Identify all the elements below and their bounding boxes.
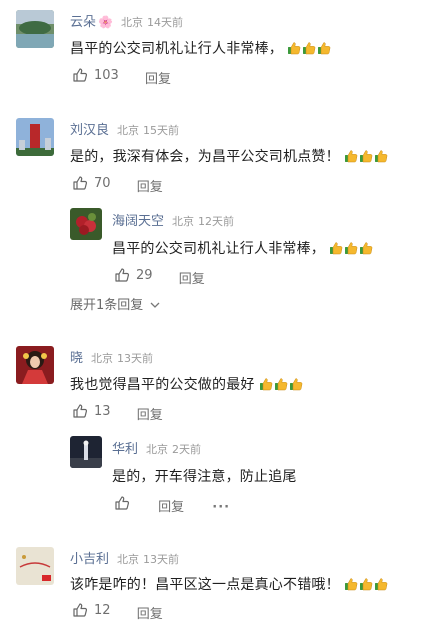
thumbs-up-icon	[115, 268, 130, 282]
reply-button[interactable]: 回复	[137, 404, 163, 423]
chevron-down-icon	[150, 302, 160, 308]
reply-button[interactable]: 回复	[158, 496, 184, 515]
thumbs-up-emoji-icon	[289, 377, 303, 391]
timestamp: 14天前	[146, 16, 183, 29]
thumbs-up-icon	[73, 603, 88, 617]
thumbs-up-icon	[73, 404, 88, 418]
avatar[interactable]	[16, 547, 54, 585]
thumbs-up-emoji-group	[329, 241, 374, 259]
reply-button[interactable]: 回复	[137, 176, 163, 195]
like-count: 13	[94, 403, 111, 419]
comment-text: 昌平的公交司机礼让行人非常棒，	[70, 38, 332, 59]
timestamp: 13天前	[143, 553, 180, 566]
thumbs-up-emoji-icon	[274, 377, 288, 391]
like-count: 12	[94, 602, 111, 618]
thumbs-up-emoji-icon	[359, 577, 373, 591]
user-name[interactable]: 华利	[112, 442, 138, 457]
comment-text: 是的，我深有体会，为昌平公交司机点赞！	[70, 146, 389, 167]
like-button[interactable]: 103	[72, 67, 119, 83]
thumbs-up-emoji-icon	[287, 41, 301, 55]
thumbs-up-icon	[73, 176, 88, 190]
thumbs-up-emoji-icon	[329, 241, 343, 255]
location: 北京	[120, 16, 143, 29]
timestamp: 2天前	[172, 443, 202, 456]
thumbs-up-icon	[73, 68, 88, 82]
like-button[interactable]: 13	[72, 403, 111, 419]
comment-text: 我也觉得昌平的公交做的最好	[70, 374, 304, 395]
reply-button[interactable]: 回复	[137, 603, 163, 622]
comment-text: 该咋是咋的！昌平区这一点是真心不错哦！	[70, 574, 389, 595]
thumbs-up-emoji-icon	[259, 377, 273, 391]
avatar[interactable]	[16, 346, 54, 384]
timestamp: 13天前	[117, 352, 154, 365]
reply-text: 是的，开车得注意，防止追尾	[112, 469, 297, 485]
user-name[interactable]: 小吉利	[70, 552, 109, 567]
timestamp: 12天前	[198, 215, 235, 228]
like-button[interactable]: 12	[72, 602, 111, 618]
user-name[interactable]: 刘汉良	[70, 123, 109, 138]
reply-text: 昌平的公交司机礼让行人非常棒，	[112, 238, 374, 259]
location: 北京	[117, 124, 140, 137]
thumbs-up-emoji-icon	[344, 241, 358, 255]
flower-badge-icon: 🌸	[98, 15, 113, 29]
user-name[interactable]: 晓	[70, 351, 83, 366]
reply-button[interactable]: 回复	[179, 268, 205, 287]
more-options-button[interactable]: ···	[212, 500, 230, 515]
avatar[interactable]	[16, 10, 54, 48]
thumbs-up-emoji-group	[259, 377, 304, 395]
avatar[interactable]	[16, 118, 54, 156]
thumbs-up-emoji-group	[344, 149, 389, 167]
thumbs-up-emoji-icon	[344, 577, 358, 591]
like-count: 29	[136, 267, 153, 283]
avatar[interactable]	[70, 208, 102, 240]
reply-button[interactable]: 回复	[145, 68, 171, 87]
thumbs-up-emoji-group	[287, 41, 332, 59]
thumbs-up-emoji-group	[344, 577, 389, 595]
thumbs-up-emoji-icon	[359, 149, 373, 163]
user-name[interactable]: 海阔天空	[112, 214, 164, 229]
thumbs-up-icon	[115, 496, 130, 510]
thumbs-up-emoji-icon	[359, 241, 373, 255]
like-count: 70	[94, 175, 111, 191]
like-button[interactable]: 29	[114, 267, 153, 283]
like-button[interactable]: 70	[72, 175, 111, 191]
timestamp: 15天前	[143, 124, 180, 137]
thumbs-up-emoji-icon	[374, 577, 388, 591]
thumbs-up-emoji-icon	[344, 149, 358, 163]
avatar[interactable]	[70, 436, 102, 468]
user-name[interactable]: 云朵	[70, 15, 96, 30]
like-button[interactable]	[114, 495, 136, 511]
like-count: 103	[94, 67, 119, 83]
thumbs-up-emoji-icon	[317, 41, 331, 55]
location: 北京	[91, 352, 114, 365]
thumbs-up-emoji-icon	[374, 149, 388, 163]
location: 北京	[146, 443, 169, 456]
location: 北京	[172, 215, 195, 228]
expand-replies-button[interactable]: 展开1条回复	[70, 294, 160, 313]
thumbs-up-emoji-icon	[302, 41, 316, 55]
comment-item: 云朵 🌸 北京 14天前 昌平的公交司机礼让行人非常棒， 103 回复	[0, 0, 426, 100]
location: 北京	[117, 553, 140, 566]
